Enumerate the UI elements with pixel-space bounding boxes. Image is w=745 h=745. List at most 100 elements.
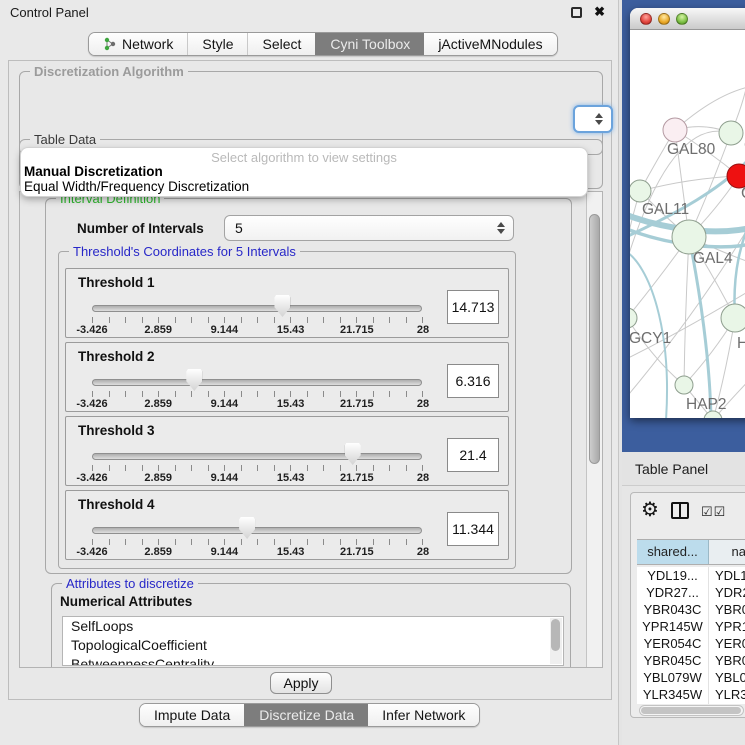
vertical-scrollbar-thumb[interactable] [589,214,600,464]
dropdown-option-equal-width[interactable]: Equal Width/Frequency Discretization [24,179,249,194]
network-node[interactable] [721,304,745,332]
threshold-slider-handle[interactable] [345,443,361,465]
column-header-shared-name[interactable]: shared... [637,540,709,564]
cyni-toolbox-panel: Discretization Algorithm Select algorith… [8,60,612,700]
cell-name[interactable]: YDL1 [709,567,745,584]
float-window-icon[interactable] [571,7,582,18]
table-row[interactable]: YER054CYER0 [637,635,745,652]
cell-shared-name[interactable]: YPR145W [637,618,709,635]
tab-network[interactable]: Network [89,33,187,55]
tick-label: -3.426 [76,472,107,484]
cell-shared-name[interactable]: YBR045C [637,652,709,669]
network-node[interactable] [672,220,706,254]
cell-name[interactable]: YDR2 [709,584,745,601]
tab-discretize-data[interactable]: Discretize Data [244,704,368,726]
tick-label: -3.426 [76,324,107,336]
slider-ticks [92,391,423,397]
cell-shared-name[interactable]: YIL052C [637,703,709,704]
cell-shared-name[interactable]: YDR27... [637,584,709,601]
table-row[interactable]: YDR27...YDR2 [637,584,745,601]
numerical-attributes-label: Numerical Attributes [60,594,192,609]
vertical-scrollbar[interactable] [586,192,603,668]
cell-name[interactable]: YIL0 [709,703,745,704]
attribute-list-item[interactable]: TopologicalCoefficient [63,636,563,655]
threshold-2-panel: Threshold 2 -3.4262.8599.14415.4321.7152… [65,342,509,412]
node-label-gal11: GAL11 [642,201,689,218]
table-row[interactable]: YBR043CYBR0 [637,601,745,618]
tab-impute-data[interactable]: Impute Data [140,704,244,726]
table-row[interactable]: YBR045CYBR0 [637,652,745,669]
slider-ticks [92,539,423,545]
cell-name[interactable]: YLR3 [709,686,745,703]
network-node[interactable] [675,376,693,394]
apply-button[interactable]: Apply [270,672,332,694]
threshold-4-panel: Threshold 4 -3.4262.8599.14415.4321.7152… [65,490,509,560]
attribute-list-item[interactable]: SelfLoops [63,617,563,636]
horizontal-scrollbar[interactable] [639,705,744,716]
cell-shared-name[interactable]: YBR043C [637,601,709,618]
table-row[interactable]: YLR345WYLR3 [637,686,745,703]
tab-style[interactable]: Style [187,33,247,55]
zoom-traffic-light[interactable] [676,13,688,25]
split-columns-icon[interactable] [671,502,689,519]
column-header-name[interactable]: na [709,540,745,564]
tab-infer-network[interactable]: Infer Network [368,704,479,726]
tick-label: 21.715 [340,472,374,484]
threshold-value-field[interactable]: 6.316 [447,364,499,398]
network-node[interactable] [663,118,687,142]
threshold-value-field[interactable]: 11.344 [447,512,499,546]
table-panel: ⚙ ☑☑ shared... na YDL19...YDL1YDR27...YD… [630,492,745,718]
tab-label: jActiveMNodules [438,36,542,52]
minimize-traffic-light[interactable] [658,13,670,25]
num-intervals-combobox[interactable]: 5 [224,215,514,241]
cell-shared-name[interactable]: YBL079W [637,669,709,686]
list-scrollbar[interactable] [550,618,562,664]
network-node[interactable] [630,308,637,328]
tick-label: 28 [417,472,429,484]
tab-jactivemnodules[interactable]: jActiveMNodules [424,33,556,55]
slider-ticks [92,465,423,471]
tab-label: Cyni Toolbox [330,36,410,52]
dropdown-option-manual[interactable]: Manual Discretization [24,164,163,179]
select-columns-icon[interactable]: ☑☑ [701,504,726,520]
threshold-slider-handle[interactable] [274,295,290,317]
algorithm-combobox[interactable] [573,105,613,133]
cell-name[interactable]: YBR0 [709,652,745,669]
cell-name[interactable]: YER0 [709,635,745,652]
close-traffic-light[interactable] [640,13,652,25]
network-view-window: GAL80 GA C GAL11 GAL4 GCY1 H HAP2 [630,8,745,418]
gear-icon[interactable]: ⚙ [641,497,659,522]
list-scrollbar-thumb[interactable] [551,619,560,651]
tick-label: 21.715 [340,324,374,336]
cell-name[interactable]: YBR0 [709,601,745,618]
control-panel-window: Control Panel ✖ Network Style Select Cyn… [0,0,619,745]
table-row[interactable]: YIL052CYIL0 [637,703,745,704]
network-graph: GAL80 GA C GAL11 GAL4 GCY1 H HAP2 [630,30,745,418]
horizontal-scrollbar-thumb[interactable] [641,707,741,714]
threshold-slider-handle[interactable] [239,517,255,539]
attribute-list-item[interactable]: BetweennessCentrality [63,655,563,666]
table-row[interactable]: YDL19...YDL1 [637,567,745,584]
tick-label: 28 [417,324,429,336]
cell-shared-name[interactable]: YDL19... [637,567,709,584]
cell-name[interactable]: YBL0 [709,669,745,686]
tab-label: Infer Network [382,707,465,723]
network-node[interactable] [719,121,743,145]
close-icon[interactable]: ✖ [594,4,605,20]
cell-name[interactable]: YPR1 [709,618,745,635]
threshold-slider-handle[interactable] [186,369,202,391]
network-view-frame: GAL80 GA C GAL11 GAL4 GCY1 H HAP2 [622,0,745,452]
cell-shared-name[interactable]: YLR345W [637,686,709,703]
tab-cyni-toolbox[interactable]: Cyni Toolbox [315,33,424,55]
tab-select[interactable]: Select [247,33,315,55]
table-header: shared... na [637,539,745,565]
network-node[interactable] [630,180,651,202]
tick-label: 2.859 [144,546,172,558]
threshold-value-field[interactable]: 14.713 [447,290,499,324]
table-row[interactable]: YBL079WYBL0 [637,669,745,686]
cell-shared-name[interactable]: YER054C [637,635,709,652]
network-canvas[interactable]: GAL80 GA C GAL11 GAL4 GCY1 H HAP2 [630,30,745,418]
threshold-value-field[interactable]: 21.4 [447,438,499,472]
tick-label: 28 [417,398,429,410]
table-row[interactable]: YPR145WYPR1 [637,618,745,635]
